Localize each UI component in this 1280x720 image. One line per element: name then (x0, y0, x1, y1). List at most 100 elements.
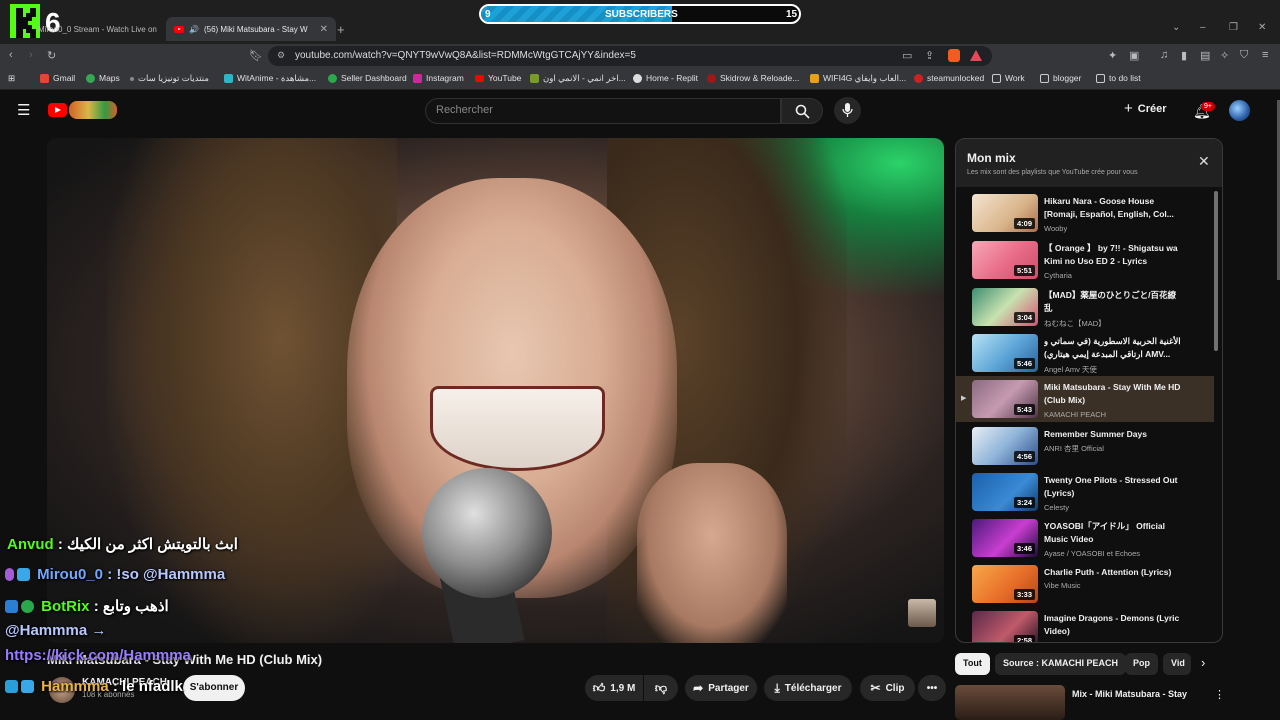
bookmark-maps[interactable]: Maps (86, 73, 120, 83)
bookmark-skidrow[interactable]: Skidrow & Reloade... (707, 73, 799, 83)
bookmark-anime-online[interactable]: اخر انمي - الانمي اون... (530, 73, 626, 84)
playlist-item[interactable]: 5:46 الأغنية الحربية الاسطورية (في سماتي … (956, 330, 1214, 376)
playlist-item-thumbnail[interactable]: 2:58 (972, 611, 1038, 642)
playlist-header: Mon mix Les mix sont des playlists que Y… (956, 139, 1222, 187)
playlist-item[interactable]: 3:33 Charlie Puth - Attention (Lyrics) Vib… (956, 561, 1214, 607)
download-button[interactable]: ⤓ Télécharger (764, 675, 852, 701)
chat-link[interactable]: https://kick.com/Hammma (5, 647, 191, 664)
playlist-item-thumbnail[interactable]: 3:24 (972, 473, 1038, 511)
playlist-item[interactable]: 4:56 Remember Summer Days ANRI 杏里 Official (956, 423, 1214, 469)
bookmark-gmail[interactable]: Gmail (40, 73, 75, 83)
more-horizontal-icon: ••• (926, 682, 938, 694)
share-icon[interactable]: ⇪ (925, 49, 934, 62)
music-icon[interactable]: ♫ (1160, 49, 1168, 61)
chip-source[interactable]: Source : KAMACHI PEACH (995, 653, 1127, 675)
subscribe-button[interactable]: S'abonner (183, 675, 245, 701)
vpn-icon[interactable]: ⛉ (1240, 49, 1248, 62)
chat-message: BotRix : اذهب وتابع (5, 597, 169, 615)
playlist-scrollbar[interactable] (1214, 191, 1218, 351)
related-video-thumbnail[interactable] (955, 685, 1065, 720)
chip-videos[interactable]: Vid (1163, 653, 1191, 675)
playlist-item-title: الأغنية الحربية الاسطورية (في سماتي و ار… (1044, 336, 1181, 359)
back-icon[interactable]: ‹ (9, 49, 13, 61)
site-info-icon[interactable]: ⚙ (277, 50, 285, 61)
close-icon[interactable]: ✕ (1198, 153, 1210, 170)
bookmark-seller-dashboard[interactable]: Seller Dashboard (328, 73, 407, 83)
chip-pop[interactable]: Pop (1125, 653, 1158, 675)
clip-button[interactable]: ✂ Clip (860, 675, 915, 701)
playlist-item[interactable]: 3:04 【MAD】薬屋のひとりごと/百花繚乱 ねむねこ【MAD】 (956, 284, 1214, 330)
playlist-item-thumbnail[interactable]: 5:46 (972, 334, 1038, 372)
address-bar[interactable]: ⚙ youtube.com/watch?v=QNYT9wVwQ8A&list=R… (268, 46, 992, 66)
chevron-right-icon[interactable]: › (1201, 655, 1205, 670)
hamburger-menu-icon[interactable]: ☰ (17, 101, 30, 119)
playlist-item-channel: ANRI 杏里 Official (1044, 444, 1104, 453)
close-window-icon[interactable]: ✕ (1258, 22, 1266, 33)
bookmark-icon[interactable]: 🔖︎ (249, 49, 263, 62)
browser-tab-strip: 6 Mirou0_0 Stream - Watch Live on 🔊 (56)… (0, 0, 1280, 44)
playlist-item-thumbnail[interactable]: 5:51 (972, 241, 1038, 279)
forward-icon[interactable]: › (29, 49, 33, 61)
search-input[interactable]: Rechercher (425, 98, 781, 124)
close-tab-icon[interactable]: ✕ (320, 24, 328, 35)
create-button[interactable]: + Créer (1124, 100, 1167, 117)
avatar[interactable] (1229, 100, 1250, 121)
brave-shield-icon[interactable] (948, 49, 960, 62)
playlist-item[interactable]: 3:24 Twenty One Pilots - Stressed Out (Ly… (956, 469, 1214, 515)
extensions-icon[interactable]: ✦ (1108, 49, 1117, 62)
reload-icon[interactable]: ↻ (47, 49, 56, 62)
tab-search-icon[interactable]: ⌄ (1172, 22, 1180, 33)
playlist-title: Mon mix (967, 151, 1016, 165)
brave-rewards-icon[interactable] (970, 50, 982, 61)
playlist-item[interactable]: 3:46 YOASOBI「アイドル」 Official Music Video Ay… (956, 515, 1214, 561)
playlist-item[interactable]: 4:09 Hikaru Nara - Goose House [Romaji, E… (956, 190, 1214, 236)
search-button[interactable] (781, 98, 823, 124)
bookmark-folder-work[interactable]: Work (992, 73, 1025, 83)
bookmark-folder-blogger[interactable]: blogger (1040, 73, 1081, 83)
bookmark-steamunlocked[interactable]: steamunlocked (914, 73, 984, 83)
bookmark-youtube[interactable]: YouTube (475, 73, 521, 83)
playlist-item-thumbnail[interactable]: 3:33 (972, 565, 1038, 603)
leo-ai-icon[interactable]: ✧ (1220, 49, 1229, 62)
minimize-icon[interactable]: – (1200, 22, 1206, 33)
share-button[interactable]: ➦ Partager (685, 675, 757, 701)
channel-watermark[interactable] (908, 599, 936, 627)
bookmark-wifi4g[interactable]: WIFI4G العاب وايفاي... (810, 73, 906, 84)
gmail-icon (40, 73, 49, 83)
youtube-doodle-logo[interactable] (69, 101, 117, 119)
like-button[interactable]: 👍︎ 1,9 M (585, 675, 643, 701)
playlist-item-channel: Angel Amv 天使 (1044, 365, 1097, 374)
duration-badge: 5:51 (1013, 265, 1035, 276)
playlist-item-thumbnail[interactable]: 5:43 (972, 380, 1038, 418)
bookmark-folder-todo[interactable]: to do list (1096, 73, 1141, 83)
bookmark-instagram[interactable]: Instagram (413, 73, 464, 83)
restore-icon[interactable]: ❐ (1229, 22, 1238, 33)
playlist-item-thumbnail[interactable]: 3:04 (972, 288, 1038, 326)
playlist-item-thumbnail[interactable]: 3:46 (972, 519, 1038, 557)
bookmark-tunisia-sat[interactable]: منتديات تونيزيا سات (130, 73, 209, 84)
voice-search-button[interactable] (834, 97, 861, 124)
chip-all[interactable]: Tout (955, 653, 990, 675)
related-video-title[interactable]: Mix - Miki Matsubara - Stay (1072, 689, 1187, 699)
playlist-item-thumbnail[interactable]: 4:09 (972, 194, 1038, 232)
playlist-item[interactable]: ▶ 5:43 Miki Matsubara - Stay With Me HD (C… (956, 376, 1214, 422)
playlist-item-thumbnail[interactable]: 4:56 (972, 427, 1038, 465)
playlist-item[interactable]: 2:58 Imagine Dragons - Demons (Lyric Vide… (956, 607, 1214, 642)
new-tab-button[interactable]: + (337, 22, 345, 37)
playlist-item[interactable]: 5:51 【 Orange 】 by 7!! - Shigatsu wa Kimi… (956, 237, 1214, 283)
sidebar-icon[interactable]: ▮ (1181, 49, 1187, 62)
wallet-icon[interactable]: ▤ (1200, 49, 1210, 62)
cast-icon[interactable]: ▭ (902, 49, 912, 62)
bookmark-witanime[interactable]: WitAnime - مشاهدة... (224, 73, 316, 84)
more-vertical-icon[interactable]: ⋮ (1214, 688, 1225, 701)
tab-youtube-video[interactable]: 🔊 (56) Miki Matsubara - Stay W ✕ (166, 17, 336, 41)
bookmark-replit[interactable]: Home - Replit (633, 73, 698, 83)
tab-kick-stream[interactable]: Mirou0_0 Stream - Watch Live on (30, 17, 162, 41)
dislike-button[interactable]: 👎︎ (644, 675, 678, 701)
duration-badge: 2:58 (1013, 635, 1035, 642)
more-actions-button[interactable]: ••• (918, 675, 946, 701)
youtube-logo[interactable] (48, 103, 67, 117)
apps-icon[interactable]: ⊞ (8, 73, 15, 84)
screenshot-icon[interactable]: ▣ (1129, 49, 1139, 62)
menu-icon[interactable]: ≡ (1262, 49, 1268, 61)
